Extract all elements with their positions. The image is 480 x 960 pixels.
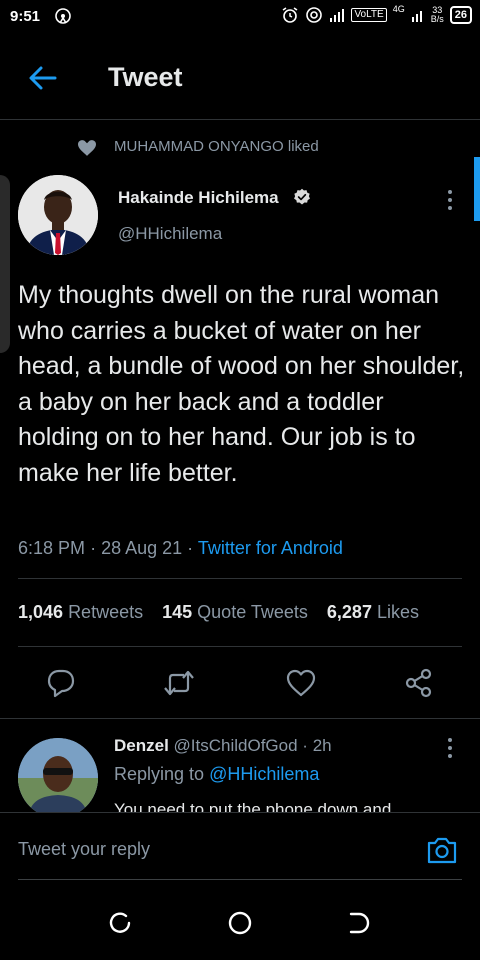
tweet-date: 28 Aug 21 [101, 538, 183, 558]
reply-portrait-image [18, 738, 98, 818]
edge-panel-handle[interactable] [0, 175, 10, 353]
net-type: 4G [392, 3, 405, 14]
retweets-stat[interactable]: 1,046 Retweets [18, 602, 143, 623]
portrait-image [18, 175, 98, 255]
comment-icon[interactable] [46, 668, 76, 698]
replying-to: Replying to @HHichilema [114, 764, 319, 785]
likes-count: 6,287 [326, 602, 372, 622]
quote-tweets-stat[interactable]: 145 Quote Tweets [162, 602, 308, 623]
liked-by-text[interactable]: MUHAMMAD ONYANGO liked [114, 138, 319, 155]
stat-gap [308, 602, 327, 623]
page-title: Tweet [108, 62, 183, 92]
signal-icon-2 [411, 11, 422, 22]
replying-mention-link[interactable]: @HHichilema [209, 764, 319, 784]
reply-author-handle[interactable]: @ItsChildOfGod [174, 736, 298, 755]
signal-icon [330, 9, 345, 22]
reply-author-name[interactable]: Denzel [114, 736, 169, 755]
input-underline [18, 879, 462, 880]
meta-separator: · [90, 538, 102, 558]
quotes-count: 145 [162, 602, 193, 622]
tweet-meta: 6:18 PM · 28 Aug 21 · Twitter for Androi… [18, 538, 343, 559]
status-bar: 9:51 VoLTE 4G 33 B/s 26 [0, 0, 480, 36]
divider [0, 718, 480, 719]
verified-badge-icon [294, 188, 310, 205]
meta-separator: · [302, 736, 313, 755]
reply-avatar[interactable] [18, 738, 98, 818]
more-vertical-icon[interactable] [444, 736, 456, 760]
camera-icon[interactable] [426, 835, 458, 865]
social-context: MUHAMMAD ONYANGO liked [78, 138, 319, 156]
replying-label: Replying to [114, 764, 205, 784]
alarm-icon [282, 7, 298, 23]
tweet-stats: 1,046 Retweets 145 Quote Tweets 6,287 Li… [18, 602, 419, 623]
heart-filled-icon [78, 140, 96, 156]
status-time: 9:51 [10, 8, 41, 25]
wifi-hotspot-icon [306, 7, 323, 23]
likes-stat[interactable]: 6,287 Likes [327, 602, 419, 623]
recents-icon[interactable] [107, 910, 133, 936]
arrow-left-icon[interactable] [28, 64, 58, 92]
tweet-time: 6:18 PM [18, 538, 86, 558]
reply-header: Denzel @ItsChildOfGod · 2h [114, 736, 332, 756]
retweets-label: Retweets [68, 602, 144, 622]
divider [18, 646, 462, 647]
status-right-cluster: VoLTE 4G 33 B/s 26 [281, 3, 472, 24]
heart-icon[interactable] [286, 668, 316, 698]
back-nav-icon[interactable] [347, 910, 373, 936]
meta-separator: · [187, 538, 198, 558]
net-speed: 33 B/s [430, 5, 444, 24]
tweet-text: My thoughts dwell on the rural woman who… [18, 281, 465, 487]
scroll-indicator [474, 157, 480, 221]
volte-badge: VoLTE [351, 8, 387, 22]
reply-input[interactable]: Tweet your reply [18, 839, 398, 860]
hotspot-icon [55, 8, 71, 24]
author-handle[interactable]: @HHichilema [118, 224, 222, 244]
divider [18, 578, 462, 579]
quotes-label: Quote Tweets [197, 602, 308, 622]
more-vertical-icon[interactable] [444, 188, 456, 212]
reply-text: You need to put the phone down and [114, 800, 392, 812]
system-nav-bar [0, 882, 480, 960]
retweet-icon[interactable] [164, 668, 194, 698]
tweet-actions [0, 668, 480, 702]
tweet-source-link[interactable]: Twitter for Android [198, 538, 343, 558]
reply-age: 2h [312, 736, 332, 755]
likes-label: Likes [376, 602, 419, 622]
stat-gap [143, 602, 162, 623]
author-avatar[interactable] [18, 175, 98, 255]
battery-indicator: 26 [449, 6, 472, 24]
share-icon[interactable] [404, 668, 434, 698]
reply-compose-bar: Tweet your reply [0, 812, 480, 882]
top-app-bar: Tweet [0, 36, 480, 120]
author-name[interactable]: Hakainde Hichilema [118, 188, 279, 208]
retweets-count: 1,046 [18, 602, 64, 622]
home-icon[interactable] [227, 910, 253, 936]
